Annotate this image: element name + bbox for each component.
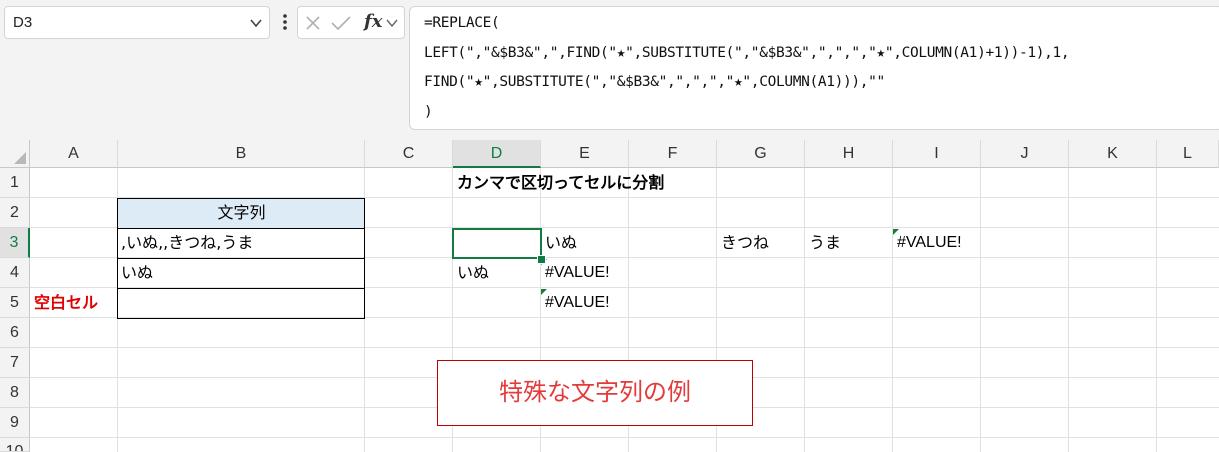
chevron-down-icon[interactable] xyxy=(386,17,398,29)
column-header-e[interactable]: E xyxy=(541,140,629,168)
enter-check-icon[interactable] xyxy=(330,14,352,32)
column-header-g[interactable]: G xyxy=(717,140,805,168)
cancel-icon[interactable] xyxy=(304,14,322,32)
formula-buttons: fx xyxy=(297,6,405,39)
row-header-8[interactable]: 8 xyxy=(0,378,30,408)
formula-input[interactable]: =REPLACE( LEFT(","&$B3&",",FIND("★",SUBS… xyxy=(409,6,1219,130)
cell-i3-error: #VALUE! xyxy=(897,234,962,251)
formula-line-1: =REPLACE( xyxy=(424,15,500,31)
column-header-f[interactable]: F xyxy=(629,140,717,168)
cell-e5-error: #VALUE! xyxy=(545,294,610,311)
chevron-down-icon[interactable] xyxy=(249,16,263,30)
column-header-c[interactable]: C xyxy=(365,140,453,168)
callout-textbox[interactable]: 特殊な文字列の例 xyxy=(437,360,753,426)
row-header-4[interactable]: 4 xyxy=(0,258,30,288)
row-header-6[interactable]: 6 xyxy=(0,318,30,348)
sheet-title: カンマで区切ってセルに分割 xyxy=(457,173,665,192)
row-header-5[interactable]: 5 xyxy=(0,288,30,318)
row-header-10[interactable]: 10 xyxy=(0,438,30,452)
name-box[interactable]: D3 xyxy=(4,6,270,39)
fill-handle[interactable] xyxy=(537,255,546,264)
cell-b3: ,いぬ,,きつね,うま xyxy=(121,233,254,252)
insert-function-button[interactable]: fx xyxy=(364,11,382,32)
name-box-value: D3 xyxy=(13,14,33,31)
column-header-l[interactable]: L xyxy=(1157,140,1219,168)
column-header-a[interactable]: A xyxy=(30,140,118,168)
column-header-j[interactable]: J xyxy=(981,140,1069,168)
blank-cell-label: 空白セル xyxy=(34,293,99,312)
more-options-icon[interactable] xyxy=(280,12,290,32)
column-title-strings: 文字列 xyxy=(217,203,266,222)
row-header-9[interactable]: 9 xyxy=(0,408,30,438)
formula-line-4: ) xyxy=(424,104,433,120)
cell-g3: きつね xyxy=(721,233,770,252)
formula-line-3: FIND("★",SUBSTITUTE(","&$B3&",",",","★",… xyxy=(424,74,885,90)
formula-line-2: LEFT(","&$B3&",",FIND("★",SUBSTITUTE(","… xyxy=(424,45,1070,61)
formula-bar-area: D3 fx =REPLACE( LEFT(","&$B3&",",FIND("★… xyxy=(0,0,1219,140)
cell-b4: いぬ xyxy=(121,263,154,282)
cell-e3: いぬ xyxy=(545,233,578,252)
error-indicator-icon[interactable] xyxy=(893,229,899,235)
table-cell-b4[interactable] xyxy=(117,258,365,289)
error-indicator-icon[interactable] xyxy=(541,289,547,295)
cell-e4-error: #VALUE! xyxy=(545,264,610,281)
column-header-h[interactable]: H xyxy=(805,140,893,168)
select-all-button[interactable] xyxy=(0,140,30,168)
column-header-b[interactable]: B xyxy=(118,140,365,168)
row-header-7[interactable]: 7 xyxy=(0,348,30,378)
table-cell-b5[interactable] xyxy=(117,288,365,319)
row-header-3[interactable]: 3 xyxy=(0,228,30,258)
worksheet-grid[interactable]: A B C D E F G H I J K L 1 2 3 4 5 6 7 8 … xyxy=(0,140,1219,452)
row-header-2[interactable]: 2 xyxy=(0,198,30,228)
column-header-d[interactable]: D xyxy=(453,140,541,168)
column-header-i[interactable]: I xyxy=(893,140,981,168)
row-header-1[interactable]: 1 xyxy=(0,168,30,198)
cell-h3: うま xyxy=(809,233,842,252)
column-header-k[interactable]: K xyxy=(1069,140,1157,168)
active-cell-d3[interactable] xyxy=(452,228,542,259)
cell-d4: いぬ xyxy=(457,263,490,282)
